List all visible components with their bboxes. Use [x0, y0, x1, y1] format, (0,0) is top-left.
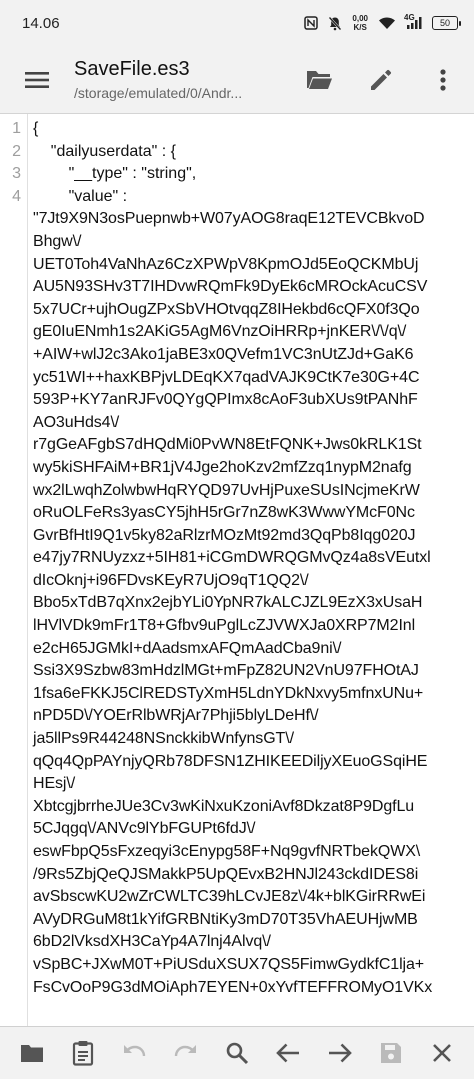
line-number: 1	[12, 120, 21, 137]
value-line: /9Rs5ZbjQeQJSMakkP5UpQEvxB2HNJl243ckdIDE…	[33, 865, 419, 883]
previous-button[interactable]	[263, 1027, 314, 1079]
line-number-gutter: 1 2 3 4	[0, 114, 28, 1026]
value-line: FsCvOoP9G3dMOiAph7EYEN+0xYvfTEFFROMyO1VK…	[33, 978, 433, 996]
battery-level: 50	[439, 18, 450, 28]
value-line: UET0Toh4VaNhAz6CzXPWpV8KpmOJd5EoQCKMbUj	[33, 255, 419, 273]
value-line: AVyDRGuM8t1kYifGRBNtiKy3mD70T35VhAEUHjwM…	[33, 910, 418, 928]
value-line: ja5llPs9R44248NSnckkibWnfynsGT\/	[33, 730, 294, 748]
value-line: AO3uHds4\/	[33, 413, 120, 431]
value-line: qQq4QpPAYnjyQRb78DFSN1ZHIKEEDiljyXEuoGSq…	[33, 752, 428, 770]
value-line: avSbscwKU2wZrCWLTC39hLCvJE8z\/4k+blKGirR…	[33, 888, 426, 906]
line-number: 2	[12, 142, 21, 160]
arrow-right-icon	[328, 1043, 352, 1063]
value-line: e47jy7RNUyzxz+5IH81+iCGmDWRQGMvQz4a8sVEu…	[33, 549, 431, 567]
value-line: GvrBfHtI9Q1v5ky82aRlzrMOzMt92md3QqPb8Iqg…	[33, 526, 416, 544]
search-button[interactable]	[211, 1027, 262, 1079]
value-line: oRuOLFeRs3yasCY5jhH5rGr7nZ8wK3WwwYMcF0Nc	[33, 504, 415, 522]
value-line: vSpBC+JXwM0T+PiUSduXSUX7QS5FimwGydkfC1lj…	[33, 955, 425, 973]
close-button[interactable]	[417, 1027, 468, 1079]
line-number: 3	[12, 165, 21, 183]
code-line: "dailyuserdata" : {	[33, 142, 176, 160]
edit-button[interactable]	[350, 46, 412, 114]
more-vertical-icon	[440, 68, 446, 91]
file-title: SaveFile.es3	[74, 58, 190, 80]
code-line: "__type" : "string",	[33, 165, 197, 183]
value-line: lHVlVDk9mFr1T8+Gfbv9uPglLcZJVWXJa0XRP7M2…	[33, 617, 416, 635]
more-options-button[interactable]	[412, 46, 474, 114]
value-line: nPD5D\/YOErRlbWRjAr7Phji5blyLDeHf\/	[33, 707, 319, 725]
wifi-icon	[378, 16, 396, 30]
value-line: 1fsa6eFKKJ5ClREDSTyXmH5LdnYDkNxvy5mfnxUN…	[33, 684, 424, 702]
value-line: Bbo5xTdB7qXnx2ejbYLi0YpNR7kALCJZL9EzX3xU…	[33, 594, 423, 612]
save-icon	[380, 1043, 401, 1063]
code-line: "value" :	[33, 187, 128, 205]
line-number: 4	[12, 187, 21, 205]
value-line: AU5N93SHv3T7IHDvwRQmFk9DyEk6cMROckAcuCSV	[33, 278, 428, 296]
next-button[interactable]	[314, 1027, 365, 1079]
redo-icon	[174, 1045, 196, 1057]
value-line: HEsj\/	[33, 775, 76, 793]
status-time: 14.06	[22, 14, 60, 32]
bottom-toolbar	[0, 1026, 474, 1079]
menu-button[interactable]	[0, 46, 74, 114]
open-file-button[interactable]	[6, 1027, 57, 1079]
value-string: "7Jt9X9N3osPuepnwb+W07yAOG8raqE12TEVCBkv…	[33, 208, 470, 999]
open-folder-button[interactable]	[288, 46, 350, 114]
value-line: dIcOknj+i96FDvsKEyR7UjO9qT1QQ2\/	[33, 571, 309, 589]
title-block: SaveFile.es3 /storage/emulated/0/Andr...	[74, 58, 288, 101]
mute-icon	[328, 16, 342, 31]
code-line: {	[33, 120, 39, 137]
status-icons: 0,00 K/S 4G 50	[304, 13, 461, 32]
value-line: Ssi3X9Szbw83mHdzlMGt+mFpZ82UN2VnU97FHOtA…	[33, 662, 419, 680]
net-speed-value: 0,00	[352, 14, 368, 23]
value-line: XbtcgjbrrheJUe3Cv3wKiNxuKzoniAvf8Dkzat8P…	[33, 797, 415, 815]
undo-icon	[124, 1045, 146, 1057]
value-line: r7gGeAFgbS7dHQdMi0PvWN8EtFQNK+Jws0kRLK1S…	[33, 436, 422, 454]
folder-icon	[20, 1045, 43, 1062]
text-editor[interactable]: 1 2 3 4 { "dailyuserdata" : { "__type" :…	[0, 114, 474, 1026]
value-line: yc51WI++haxKBPjvLDEqKX7qadVAJK9CtK7e30G+…	[33, 368, 420, 386]
paste-button[interactable]	[57, 1027, 108, 1079]
search-icon	[226, 1042, 249, 1065]
clipboard-icon	[72, 1041, 94, 1066]
signal-icon: 4G	[404, 13, 422, 30]
value-line: 6bD2lVksdXH3CaYp4A7lnj4Alvq\/	[33, 933, 271, 951]
value-line: wx2lLwqhZolwbwHqRYQD97UvHjPuxeSUsINcjmeK…	[33, 481, 420, 499]
battery-indicator: 50	[432, 16, 461, 30]
value-line: +AIW+wlJ2c3Ako1jaBE3x0QVefm1VC3nUtZJd+Ga…	[33, 345, 414, 363]
value-line: 593P+KY7anRJFv0QYgQPImx8cAoF3ubXUs9tPANh…	[33, 391, 418, 409]
folder-open-icon	[307, 70, 332, 89]
value-line: e2cH65JGMkI+dAadsmxAFQmAadCba9ni\/	[33, 639, 342, 657]
code-content[interactable]: { "dailyuserdata" : { "__type" : "string…	[28, 114, 474, 1026]
app-bar: SaveFile.es3 /storage/emulated/0/Andr...	[0, 46, 474, 114]
value-line: gE0IuENmh1s2AKiG5AgM6VnzOiHRRp+jnKER\/\/…	[33, 323, 407, 341]
save-button[interactable]	[365, 1027, 416, 1079]
network-speed: 0,00 K/S	[352, 14, 368, 32]
hamburger-menu-icon	[25, 71, 49, 88]
value-line: "7Jt9X9N3osPuepnwb+W07yAOG8raqE12TEVCBkv…	[33, 210, 425, 228]
file-path: /storage/emulated/0/Andr...	[74, 85, 243, 101]
status-bar: 14.06 0,00 K/S 4G 50	[0, 0, 474, 46]
close-icon	[433, 1044, 452, 1062]
arrow-left-icon	[276, 1043, 300, 1063]
undo-button[interactable]	[109, 1027, 160, 1079]
value-line: eswFbpQ5sFxzeqyi3cEnypg58F+Nq9gvfNRTbekQ…	[33, 843, 421, 860]
value-line: 5CJqgq\/ANVc9lYbFGUPt6fdJ\/	[33, 820, 256, 838]
network-type: 4G	[404, 13, 415, 22]
nfc-icon	[304, 16, 319, 30]
value-line: wy5kiSHFAiM+BR1jV4Jge2hoKzv2mfZzq1nypM2n…	[33, 458, 412, 476]
redo-button[interactable]	[160, 1027, 211, 1079]
net-speed-unit: K/S	[353, 23, 367, 32]
pencil-icon	[371, 69, 392, 90]
value-line: 5x7UCr+ujhOugZPxSbVHOtvqqZ8IHekbd6cQFX0f…	[33, 300, 420, 318]
value-line: Bhgw\/	[33, 232, 82, 250]
